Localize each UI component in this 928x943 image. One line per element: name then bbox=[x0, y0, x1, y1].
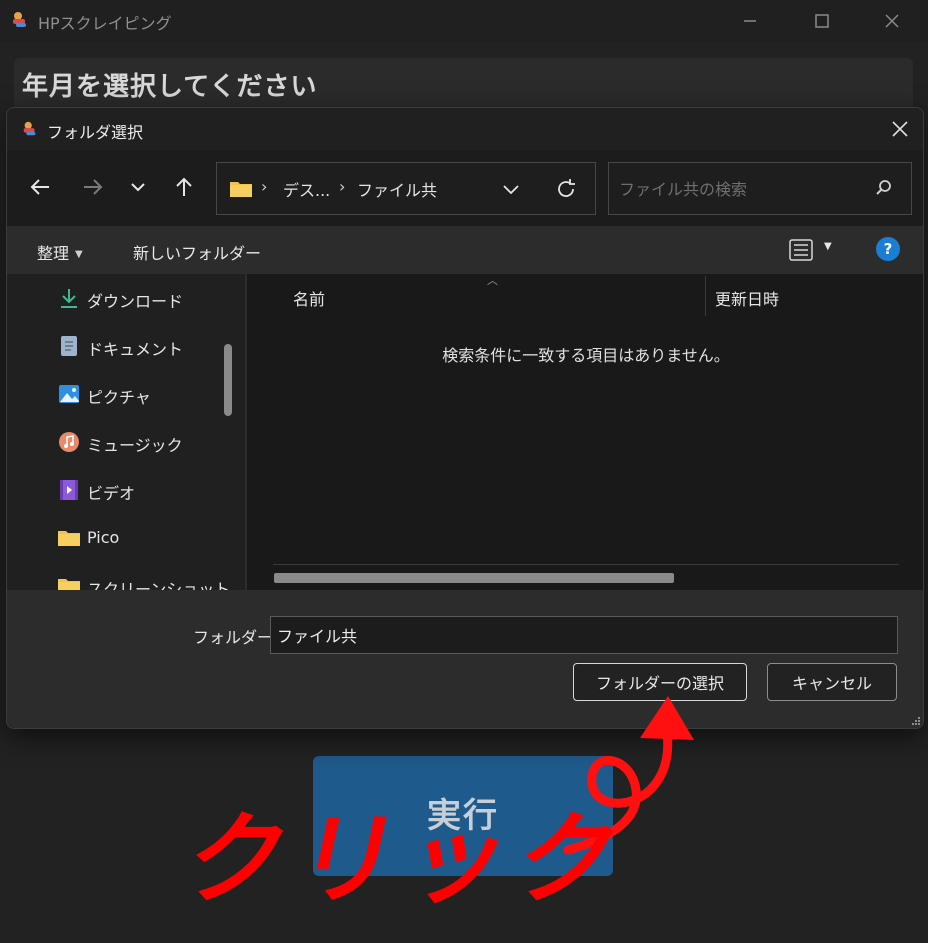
pictures-icon bbox=[59, 385, 79, 403]
chevron-down-icon bbox=[131, 183, 145, 192]
up-button[interactable] bbox=[167, 170, 201, 204]
forward-button[interactable] bbox=[76, 170, 110, 204]
video-icon bbox=[60, 480, 78, 500]
nav-item-label: ドキュメント bbox=[87, 340, 184, 359]
breadcrumb-separator: › bbox=[261, 177, 268, 196]
close-icon bbox=[885, 14, 899, 28]
app-logo-icon bbox=[23, 121, 36, 136]
folder-name-input[interactable] bbox=[270, 616, 898, 654]
horizontal-scrollbar[interactable] bbox=[274, 573, 674, 583]
folder-icon bbox=[58, 579, 80, 590]
page-title: 年月を選択してください bbox=[22, 72, 318, 102]
nav-item-videos[interactable]: ビデオ bbox=[57, 476, 227, 506]
search-input[interactable] bbox=[619, 177, 859, 201]
nav-item-music[interactable]: ミュージック bbox=[57, 428, 227, 458]
folder-dialog: フォルダ選択 › デス... › ファイル共 ファイル共の検索 整理 ▼ 新しい… bbox=[6, 107, 924, 729]
arrow-left-icon bbox=[30, 179, 49, 195]
nav-item-pico[interactable]: Pico bbox=[57, 524, 227, 554]
annotation-click-text: クリック bbox=[175, 801, 641, 918]
dialog-footer: フォルダー: フォルダーの選択 キャンセル bbox=[7, 590, 923, 728]
document-icon bbox=[61, 336, 77, 356]
view-options-icon[interactable] bbox=[789, 239, 813, 261]
sort-ascending-icon: ︿ bbox=[487, 274, 498, 287]
music-icon bbox=[59, 432, 79, 452]
maximize-button[interactable] bbox=[802, 4, 842, 38]
search-icon[interactable] bbox=[875, 179, 893, 197]
arrow-right-icon bbox=[84, 179, 103, 195]
column-header-name[interactable]: 名前 bbox=[293, 286, 325, 310]
help-icon[interactable]: ? bbox=[876, 237, 900, 261]
app-title: HPスクレイピング bbox=[38, 14, 172, 33]
caret-down-icon: ▼ bbox=[75, 249, 83, 260]
nav-item-label: Pico bbox=[87, 528, 120, 547]
nav-item-documents[interactable]: ドキュメント bbox=[57, 332, 227, 362]
back-button[interactable] bbox=[23, 170, 57, 204]
refresh-button[interactable] bbox=[552, 175, 580, 203]
nav-item-label: スクリーンショット bbox=[87, 580, 231, 590]
address-bar[interactable]: › デス... › ファイル共 bbox=[216, 162, 596, 215]
app-close-button[interactable] bbox=[872, 4, 912, 38]
navigation-pane: ダウンロード ドキュメント ピクチャ ミュージック ビデオ Pico スクリーン… bbox=[7, 274, 245, 590]
dialog-title: フォルダ選択 bbox=[47, 123, 144, 142]
nav-item-pictures[interactable]: ピクチャ bbox=[57, 380, 227, 410]
breadcrumb-separator: › bbox=[339, 177, 346, 196]
nav-item-label: ビデオ bbox=[87, 484, 136, 503]
breadcrumb-item[interactable]: デス... bbox=[283, 177, 330, 201]
folder-label: フォルダー: bbox=[193, 628, 279, 647]
minimize-button[interactable] bbox=[730, 4, 770, 38]
nav-item-screenshots[interactable]: スクリーンショット bbox=[57, 572, 231, 590]
organize-label: 整理 bbox=[37, 244, 70, 263]
minimize-icon bbox=[744, 20, 756, 22]
maximize-icon bbox=[815, 14, 829, 28]
close-icon bbox=[892, 121, 908, 137]
select-folder-button[interactable]: フォルダーの選択 bbox=[573, 663, 747, 701]
chevron-down-icon bbox=[503, 185, 519, 195]
new-folder-button[interactable]: 新しいフォルダー bbox=[133, 240, 261, 264]
column-header-date[interactable]: 更新日時 bbox=[715, 286, 779, 310]
organize-menu[interactable]: 整理 ▼ bbox=[37, 240, 83, 264]
dialog-close-button[interactable] bbox=[885, 114, 915, 144]
nav-item-downloads[interactable]: ダウンロード bbox=[57, 284, 227, 314]
folder-icon bbox=[230, 182, 252, 197]
arrow-up-icon bbox=[176, 177, 192, 196]
nav-pane-scrollbar[interactable] bbox=[224, 344, 232, 416]
caret-down-icon[interactable]: ▼ bbox=[824, 241, 832, 252]
column-divider[interactable] bbox=[705, 276, 706, 316]
address-dropdown-button[interactable] bbox=[497, 175, 525, 203]
nav-item-label: ピクチャ bbox=[87, 388, 151, 407]
folder-icon bbox=[58, 531, 80, 546]
empty-message: 検索条件に一致する項目はありません。 bbox=[442, 346, 730, 365]
search-box bbox=[608, 162, 912, 215]
app-logo-icon bbox=[13, 12, 26, 27]
command-bar: 整理 ▼ 新しいフォルダー ▼ ? bbox=[7, 226, 923, 274]
breadcrumb-item[interactable]: ファイル共 bbox=[357, 177, 437, 201]
file-list: ︿ 名前 更新日時 検索条件に一致する項目はありません。 bbox=[247, 274, 923, 590]
download-icon bbox=[61, 289, 77, 308]
cancel-button[interactable]: キャンセル bbox=[767, 663, 897, 701]
dialog-titlebar: フォルダ選択 bbox=[7, 108, 923, 150]
refresh-icon bbox=[558, 179, 575, 197]
nav-item-label: ダウンロード bbox=[87, 292, 184, 311]
resize-grip-icon[interactable] bbox=[911, 716, 921, 726]
recent-locations-button[interactable] bbox=[121, 170, 155, 204]
nav-item-label: ミュージック bbox=[87, 436, 183, 455]
horizontal-scroll-track bbox=[273, 564, 899, 565]
app-titlebar: HPスクレイピング bbox=[0, 0, 928, 42]
